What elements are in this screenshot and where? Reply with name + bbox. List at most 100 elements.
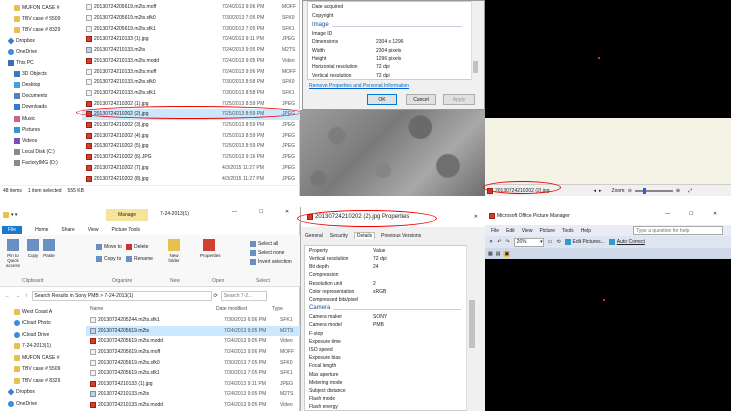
tab-details[interactable]: Details (353, 232, 376, 239)
nav-item[interactable]: OneDrive (8, 398, 80, 410)
zoom-in-icon[interactable]: ⊕ (676, 188, 680, 194)
nav-item[interactable]: iCloud Drive (14, 329, 80, 341)
next-icon[interactable]: ▸ (599, 188, 602, 194)
prev-icon[interactable]: ◂ (594, 188, 597, 194)
fit-icon[interactable]: ⤢ (688, 188, 692, 194)
cancel-button[interactable]: Cancel (406, 94, 436, 105)
qat-icon[interactable]: ▾ ▾ (11, 212, 17, 218)
zoom-slider[interactable] (634, 187, 673, 194)
auto-correct-button[interactable]: Auto Correct (608, 239, 645, 245)
paste-button[interactable]: Paste (40, 239, 58, 258)
props-scrollbar[interactable] (466, 245, 476, 411)
zoom-out-icon[interactable]: ⊖ (628, 188, 632, 194)
file-row[interactable]: 20130724205619.m2ts.sfk1 7/30/2013 7:05 P… (86, 368, 300, 379)
select-none-button[interactable]: Select none (250, 250, 284, 256)
nav-item[interactable]: 7-24-2013(1) (14, 341, 80, 353)
minimize-icon[interactable]: — (665, 211, 670, 217)
col-date[interactable]: Date modified (216, 306, 272, 312)
filmstrip-view-icon[interactable]: ▤ (496, 251, 501, 257)
undo-icon[interactable]: ↶ (497, 239, 501, 245)
nav-item[interactable]: TBV case # 8329 (14, 375, 80, 387)
view-icon[interactable]: ▭ (548, 239, 553, 245)
address-bar[interactable]: Search Results in Sony PMB > 7-24-2013(1… (31, 291, 212, 301)
up-icon[interactable]: ↑ (25, 293, 28, 299)
invert-selection-button[interactable]: Invert selection (250, 259, 292, 265)
rotate-icon[interactable]: ⟲ (556, 239, 560, 245)
tab-view[interactable]: View (88, 227, 99, 233)
file-row[interactable]: 20130724205619.m2ts 7/24/2013 9:05 PM M2TS (86, 325, 300, 337)
refresh-icon[interactable]: ⟳ (214, 293, 218, 299)
menu-edit[interactable]: Edit (506, 228, 515, 234)
menu-help[interactable]: Help (581, 228, 591, 234)
nav-item[interactable]: 3D Objects (14, 69, 80, 80)
file-row[interactable]: 20130724205619.m2ts.sfk1 7/30/2013 7:05 P… (82, 23, 300, 34)
pin-button[interactable]: Pin to Quick access (3, 239, 23, 268)
select-all-button[interactable]: Select all (250, 241, 278, 247)
edit-pictures-button[interactable]: Edit Pictures... (564, 239, 605, 245)
help-search-input[interactable] (633, 226, 723, 235)
single-view-icon[interactable]: ▣ (503, 250, 511, 257)
tab-security[interactable]: Security (329, 233, 349, 239)
file-row[interactable]: 20130724210133.m2ts 7/24/2013 9:05 PM M2TS (82, 45, 300, 56)
tab-previous-versions[interactable]: Previous Versions (380, 233, 422, 239)
file-row[interactable]: 20130724205619.m2ts.sfk0 7/30/2013 7:05 P… (82, 13, 300, 24)
close-icon[interactable]: ✕ (285, 209, 289, 215)
nav-item[interactable]: Documents (14, 91, 80, 102)
maximize-icon[interactable]: ☐ (259, 209, 263, 215)
nav-item[interactable]: iCloud Photo (14, 318, 80, 330)
file-row[interactable]: 20130724210202 (4).jpg 7/25/2013 8:59 PM J… (82, 130, 300, 141)
col-name[interactable]: Name (86, 306, 216, 312)
properties-button[interactable]: Properties (200, 239, 221, 258)
nav-item[interactable]: Pictures (14, 124, 80, 135)
nav-item[interactable]: West Coast A (14, 306, 80, 318)
tab-file[interactable]: File (2, 225, 23, 234)
search-input[interactable] (220, 291, 267, 301)
nav-item[interactable]: Local Disk (C:) (14, 146, 80, 157)
file-row[interactable]: 20130724205619.m2ts.modd 7/24/2013 9:05 P… (86, 336, 300, 347)
file-row[interactable]: 20130724210202 (6).JPG 7/25/2013 9:16 PM J… (82, 152, 300, 163)
nav-item[interactable]: MUFON CASE # (14, 2, 80, 13)
file-row[interactable]: 20130724205619.m2ts.moff 7/24/2013 9:06 P… (86, 347, 300, 358)
file-row[interactable]: 20130724210133.m2ts.moff 7/24/2013 9:06 P… (82, 66, 300, 77)
file-row[interactable]: 20130724210133.m2ts.modd 7/24/2013 9:05 P… (82, 56, 300, 67)
rename-button[interactable]: Rename (126, 256, 153, 262)
thumbnail-view-icon[interactable]: ▦ (488, 251, 493, 257)
file-row[interactable]: 20130724205244.m2ts.sfk1 7/30/2013 6:06 P… (86, 315, 300, 326)
ok-button[interactable]: OK (367, 94, 397, 105)
nav-item[interactable]: FactoryIMG (D:) (14, 157, 80, 168)
nav-item[interactable]: Dropbox (8, 387, 80, 399)
file-row[interactable]: 20130724210202 (7).jpg 4/3/2015 11:27 PM J… (82, 163, 300, 174)
nav-item[interactable]: OneDrive (8, 46, 80, 57)
nav-item[interactable]: TBV case # 8329 (14, 24, 80, 35)
menu-tools[interactable]: Tools (562, 228, 574, 234)
file-row[interactable]: 20130724205619.m2ts.moff 7/24/2013 9:06 P… (82, 2, 300, 13)
nav-item[interactable]: MUFON CASE # (14, 352, 80, 364)
close-doc-icon[interactable]: ✕ (489, 239, 493, 245)
nav-item[interactable]: TBV case # 5509 (14, 364, 80, 376)
delete-button[interactable]: Delete (126, 244, 148, 250)
redo-icon[interactable]: ↷ (505, 239, 509, 245)
nav-item[interactable]: Desktop (14, 80, 80, 91)
close-icon[interactable]: ✕ (713, 211, 717, 217)
menu-view[interactable]: View (522, 228, 533, 234)
close-icon[interactable]: ✕ (474, 214, 478, 220)
scrollbar[interactable] (471, 1, 479, 80)
maximize-icon[interactable]: ☐ (689, 211, 693, 217)
forward-icon[interactable]: → (15, 293, 20, 299)
file-row[interactable]: 20130724210133.m2ts.sfk0 7/30/2013 8:58 P… (82, 77, 300, 88)
nav-item[interactable]: This PC (8, 58, 80, 69)
new-folder-button[interactable]: New folder (165, 239, 183, 263)
nav-item[interactable]: Dropbox (8, 35, 80, 46)
nav-item[interactable]: Downloads (14, 102, 80, 113)
file-row[interactable]: 20130724205619.m2ts.sfk0 7/30/2013 7:05 P… (86, 357, 300, 368)
file-row[interactable]: 20130724210202 (5).jpg 7/25/2013 8:59 PM J… (82, 141, 300, 152)
col-type[interactable]: Type (272, 306, 283, 312)
tab-home[interactable]: Home (35, 227, 48, 233)
menu-picture[interactable]: Picture (539, 228, 555, 234)
file-row[interactable]: 20130724210202 (8).jpg 4/3/2015 11:27 PM J… (82, 173, 300, 184)
minimize-icon[interactable]: — (232, 209, 237, 215)
file-row[interactable]: 20130724210133 (1).jpg 7/24/2013 9:11 PM J… (86, 379, 300, 390)
nav-item[interactable]: Music (14, 113, 80, 124)
nav-item[interactable]: Videos (14, 135, 80, 146)
menu-file[interactable]: File (491, 228, 499, 234)
